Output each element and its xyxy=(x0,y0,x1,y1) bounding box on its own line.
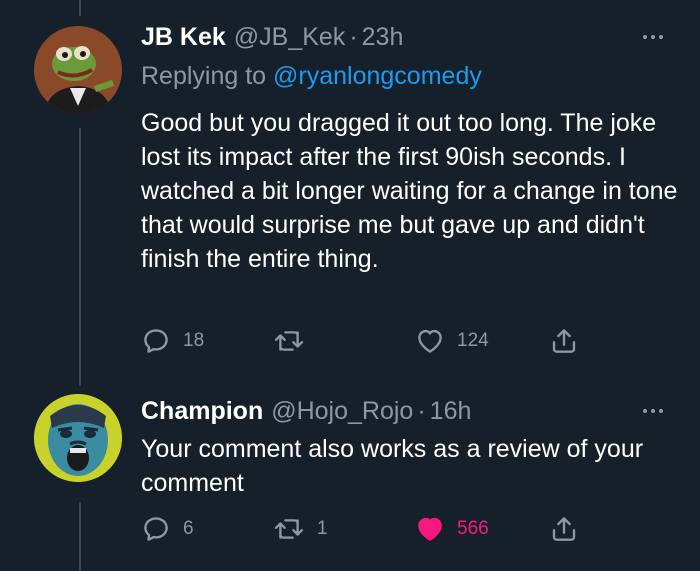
reply-icon xyxy=(144,329,168,353)
tweet-text: Good but you dragged it out too long. Th… xyxy=(141,109,678,273)
separator-dot: · xyxy=(349,23,358,51)
replying-to: Replying to @ryanlongcomedy xyxy=(141,61,482,91)
reply-count: 6 xyxy=(183,518,194,539)
share-button[interactable] xyxy=(549,514,579,544)
timestamp[interactable]: 16h xyxy=(430,396,472,426)
like-button[interactable]: 124 xyxy=(415,326,489,356)
reply-button[interactable]: 18 xyxy=(141,326,204,356)
separator-dot: · xyxy=(417,397,426,425)
like-count: 124 xyxy=(457,330,489,351)
avatar[interactable] xyxy=(34,26,122,114)
tweet-header: JB Kek @JB_Kek · 23h xyxy=(141,22,403,52)
like-button[interactable]: 566 xyxy=(415,514,489,544)
display-name[interactable]: Champion xyxy=(141,396,263,426)
thread-line-bottom xyxy=(79,502,81,571)
avatar-image xyxy=(34,26,122,114)
timestamp[interactable]: 23h xyxy=(362,22,404,52)
retweet-icon xyxy=(274,331,304,351)
thread-line-top xyxy=(79,0,81,16)
more-icon[interactable] xyxy=(643,32,663,42)
user-handle[interactable]: @Hojo_Rojo xyxy=(271,396,413,426)
user-handle[interactable]: @JB_Kek xyxy=(234,22,346,52)
tweet-actions: 18 124 xyxy=(141,326,601,356)
like-count: 566 xyxy=(457,518,489,539)
retweet-count: 1 xyxy=(317,518,328,539)
reply-button[interactable]: 6 xyxy=(141,514,194,544)
more-icon[interactable] xyxy=(643,406,663,416)
replying-to-mention[interactable]: @ryanlongcomedy xyxy=(273,62,482,90)
share-icon xyxy=(552,517,576,541)
tweet-actions: 6 1 566 xyxy=(141,514,601,544)
reply-icon xyxy=(144,517,168,541)
retweet-icon xyxy=(274,519,304,539)
share-button[interactable] xyxy=(549,326,579,356)
replying-to-label: Replying to xyxy=(141,62,274,90)
avatar-image xyxy=(34,394,122,482)
display-name[interactable]: JB Kek xyxy=(141,22,226,52)
tweet-header: Champion @Hojo_Rojo · 16h xyxy=(141,396,471,426)
reply-count: 18 xyxy=(183,330,205,351)
share-icon xyxy=(552,329,576,353)
heart-icon xyxy=(418,329,442,353)
avatar[interactable] xyxy=(34,394,122,482)
thread-line-connector xyxy=(79,128,81,386)
retweet-button[interactable]: 1 xyxy=(273,514,328,544)
retweet-button[interactable] xyxy=(273,326,317,356)
heart-icon xyxy=(418,517,442,541)
tweet-text: Your comment also works as a review of y… xyxy=(141,435,644,497)
